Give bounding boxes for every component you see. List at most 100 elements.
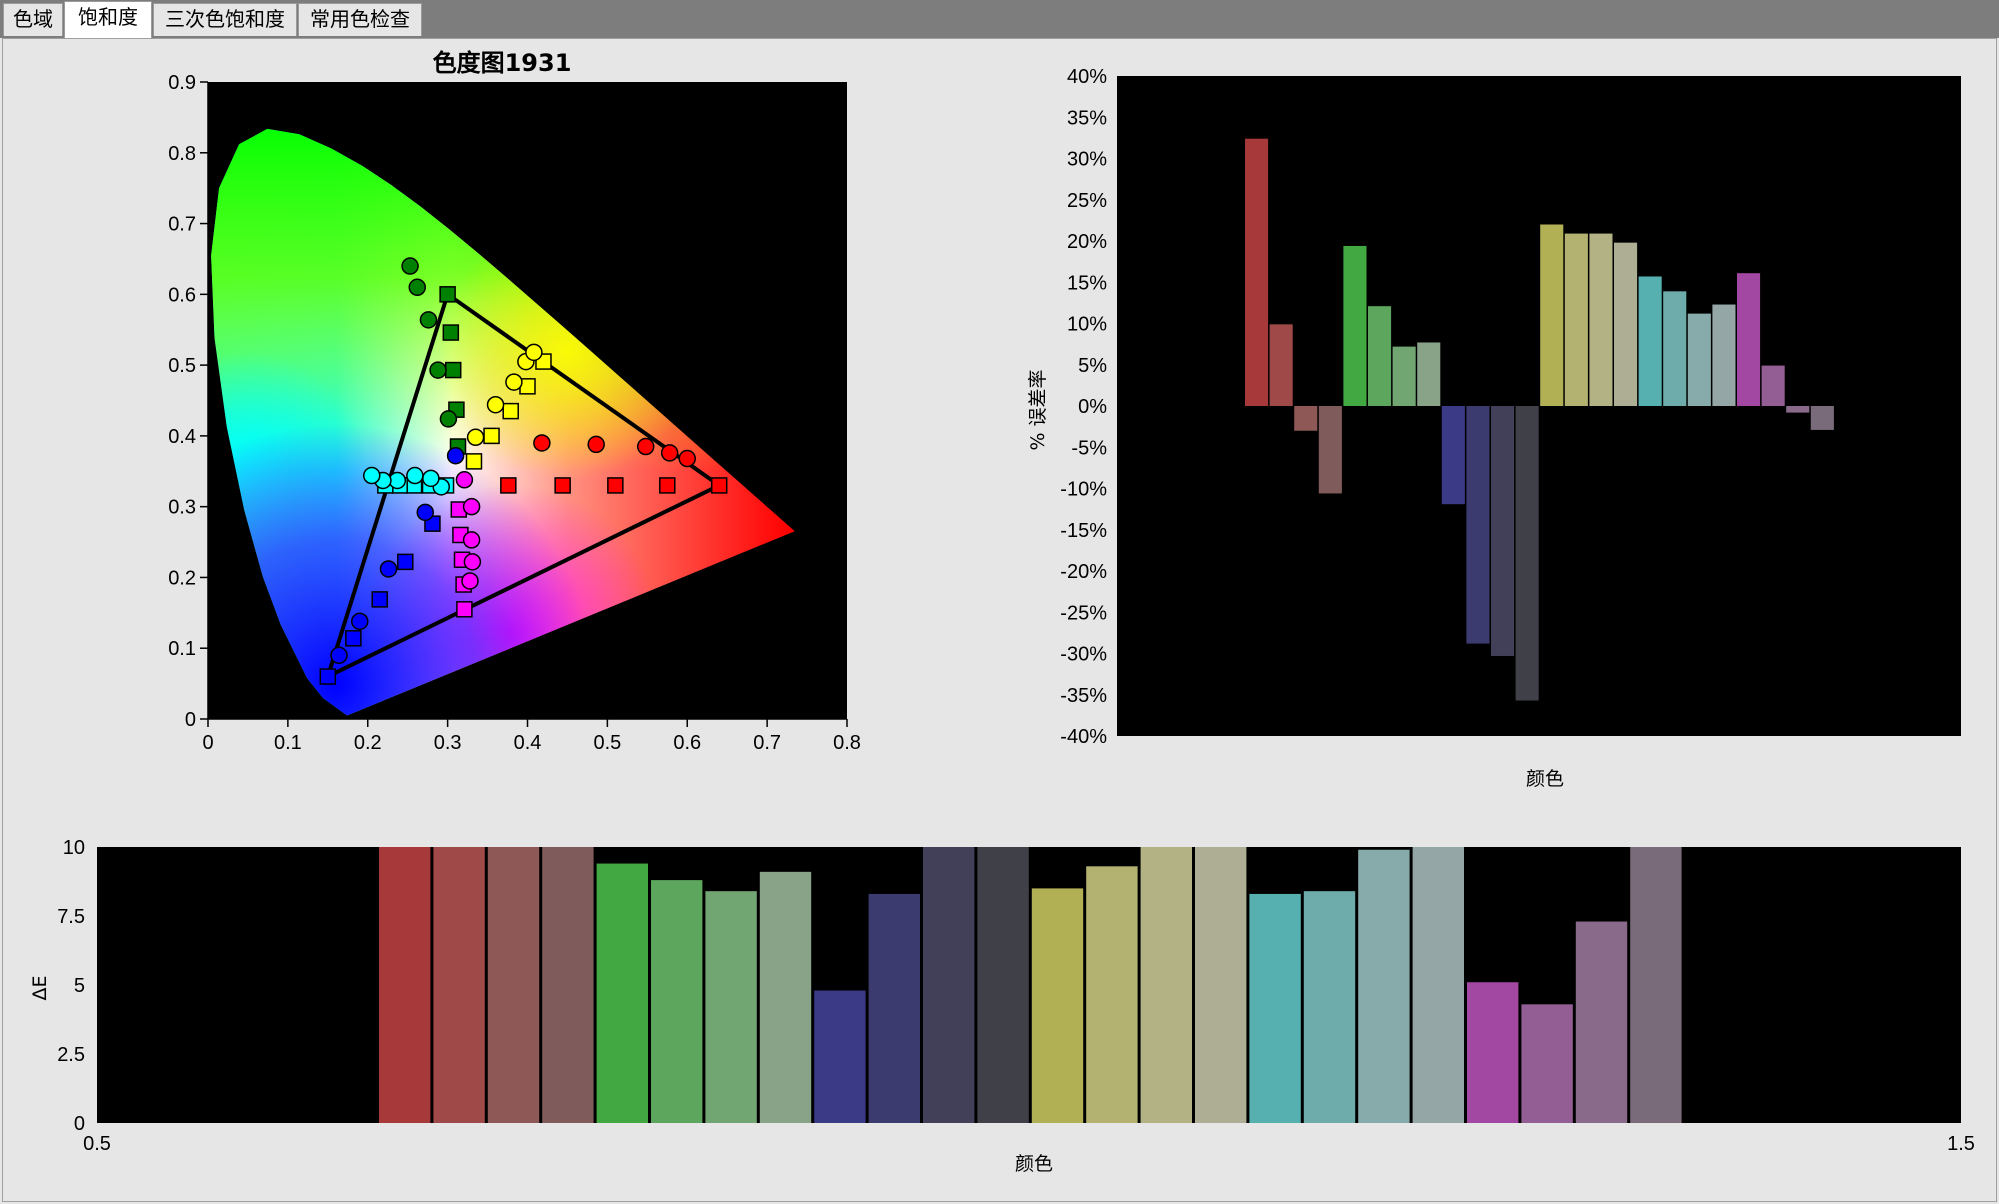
error-y-tick-label: 35% <box>1067 107 1107 129</box>
error-bar-19 <box>1712 304 1736 406</box>
point-circle-5-3 <box>351 612 369 631</box>
delta-e-bar-9 <box>868 893 920 1123</box>
error-y-tick-label: -40% <box>1060 726 1107 748</box>
point-square-0-4 <box>710 477 728 494</box>
point-circle-11-4 <box>525 343 543 362</box>
error-bar-10 <box>1491 406 1515 656</box>
point-square-0-0 <box>500 477 517 494</box>
error-bar-0 <box>1245 138 1269 406</box>
cie-x-tick-label: 0.4 <box>514 732 542 754</box>
charts-canvas: 色度图1931 0 0.1 0.2 0.3 0.4 0.5 0.6 0.7 0.8 0 0.1 0.2… <box>29 49 1975 1175</box>
point-circle-11-0 <box>466 428 485 447</box>
error-y-tick-label: -30% <box>1060 644 1107 666</box>
point-square-8-4 <box>456 601 473 618</box>
point-circle-7-1 <box>422 469 440 488</box>
error-y-tick-label: 15% <box>1067 272 1107 294</box>
error-bar-21 <box>1761 365 1785 406</box>
point-circle-5-1 <box>416 503 435 522</box>
error-bar-14 <box>1589 233 1613 406</box>
point-circle-7-5 <box>362 466 381 485</box>
delta-e-bar-16 <box>1249 893 1301 1123</box>
error-bar-2 <box>1294 406 1318 431</box>
delta-e-bar-12 <box>1031 888 1084 1123</box>
error-bar-6 <box>1392 346 1416 406</box>
cie-y-tick-label: 0.7 <box>168 214 196 236</box>
error-bar-11 <box>1515 406 1539 701</box>
point-square-0-3 <box>659 477 676 494</box>
point-square-4-1 <box>397 553 414 571</box>
point-circle-3-4 <box>401 257 419 275</box>
error-bar-22 <box>1786 406 1810 413</box>
delta-e-bar-0 <box>379 847 431 1123</box>
cie-y-tick-label: 0.5 <box>168 355 196 377</box>
error-y-axis-label: % 误差率 <box>1027 369 1049 450</box>
cie-y-tick-label: 0 <box>185 709 196 731</box>
delta-e-x-axis-label: 颜色 <box>1015 1153 1053 1175</box>
cie-y-tick-label: 0.3 <box>168 497 196 519</box>
delta-e-bar-11 <box>977 847 1029 1123</box>
delta-e-bar-14 <box>1140 847 1192 1123</box>
error-bar-1 <box>1269 324 1293 406</box>
cie-x-tick-label: 0 <box>202 732 213 754</box>
delta-e-y-tick-label: 7.5 <box>57 906 85 928</box>
delta-e-bar-10 <box>923 847 975 1123</box>
cie-x-tick-label: 0.8 <box>833 732 861 754</box>
error-bar-17 <box>1663 291 1687 406</box>
point-square-10-0 <box>465 453 483 470</box>
cie-y-tick-label: 0.8 <box>168 143 196 165</box>
delta-e-x-tick-label: 0.5 <box>83 1133 111 1155</box>
point-square-4-3 <box>345 630 362 647</box>
delta-e-y-tick-label: 10 <box>63 837 85 859</box>
error-bar-20 <box>1737 273 1761 406</box>
error-bar-3 <box>1318 406 1342 494</box>
error-bar-18 <box>1687 313 1711 406</box>
cie-y-tick-label: 0.6 <box>168 284 196 306</box>
delta-e-x-tick-label: 1.5 <box>1947 1133 1975 1155</box>
point-square-4-4 <box>319 668 337 685</box>
point-circle-1-3 <box>660 444 679 462</box>
error-y-tick-label: -5% <box>1071 437 1107 459</box>
error-y-tick-label: -20% <box>1060 561 1107 583</box>
delta-e-y-tick-label: 5 <box>74 975 85 997</box>
cie-x-tick-label: 0.5 <box>593 732 621 754</box>
delta-e-bar-17 <box>1303 891 1356 1123</box>
point-circle-3-2 <box>419 311 438 329</box>
error-axes: 40% 35% 30% 25% 20% 15% 10% 5% 0% -5% -10% -15% -20%… <box>1060 66 1107 748</box>
cie-x-tick-label: 0.1 <box>274 732 302 754</box>
point-square-4-2 <box>371 591 388 608</box>
point-circle-1-4 <box>678 449 696 468</box>
error-y-tick-label: 20% <box>1067 231 1107 253</box>
cie-y-tick-label: 0.1 <box>168 638 196 660</box>
error-plot-area <box>1117 76 1961 736</box>
delta-e-y-tick-label: 0 <box>74 1113 85 1135</box>
delta-e-bar-1 <box>433 847 485 1123</box>
point-circle-3-1 <box>429 361 447 379</box>
delta-e-bar-6 <box>705 891 757 1123</box>
point-circle-5-0 <box>446 446 465 465</box>
error-bar-4 <box>1343 245 1367 406</box>
delta-e-bar-18 <box>1358 849 1410 1123</box>
point-circle-7-2 <box>406 466 424 485</box>
cie-chromaticity-chart: 色度图1931 0 0.1 0.2 0.3 0.4 0.5 0.6 0.7 0.8 0 0.1 0.2… <box>168 49 861 754</box>
error-y-tick-label: -10% <box>1060 479 1107 501</box>
cie-y-tick-label: 0.4 <box>168 426 196 448</box>
delta-e-bar-21 <box>1521 1004 1573 1123</box>
point-circle-7-3 <box>388 471 407 490</box>
error-y-tick-label: 5% <box>1078 355 1107 377</box>
point-circle-9-2 <box>462 531 481 549</box>
delta-e-bar-19 <box>1412 847 1464 1123</box>
point-circle-5-4 <box>330 646 348 665</box>
delta-e-bar-23 <box>1630 847 1682 1123</box>
delta-e-bar-13 <box>1086 866 1138 1123</box>
error-y-tick-label: 25% <box>1067 190 1107 212</box>
point-circle-11-2 <box>505 373 523 391</box>
cie-x-tick-label: 0.7 <box>753 732 781 754</box>
cie-y-tick-label: 0.9 <box>168 72 196 94</box>
error-y-tick-label: 30% <box>1067 149 1107 171</box>
point-square-2-2 <box>444 361 462 379</box>
delta-e-bar-20 <box>1467 982 1519 1123</box>
cie-y-tick-label: 0.2 <box>168 567 196 589</box>
error-bar-23 <box>1810 406 1834 430</box>
point-circle-9-0 <box>455 471 474 489</box>
delta-e-bar-8 <box>814 990 866 1123</box>
